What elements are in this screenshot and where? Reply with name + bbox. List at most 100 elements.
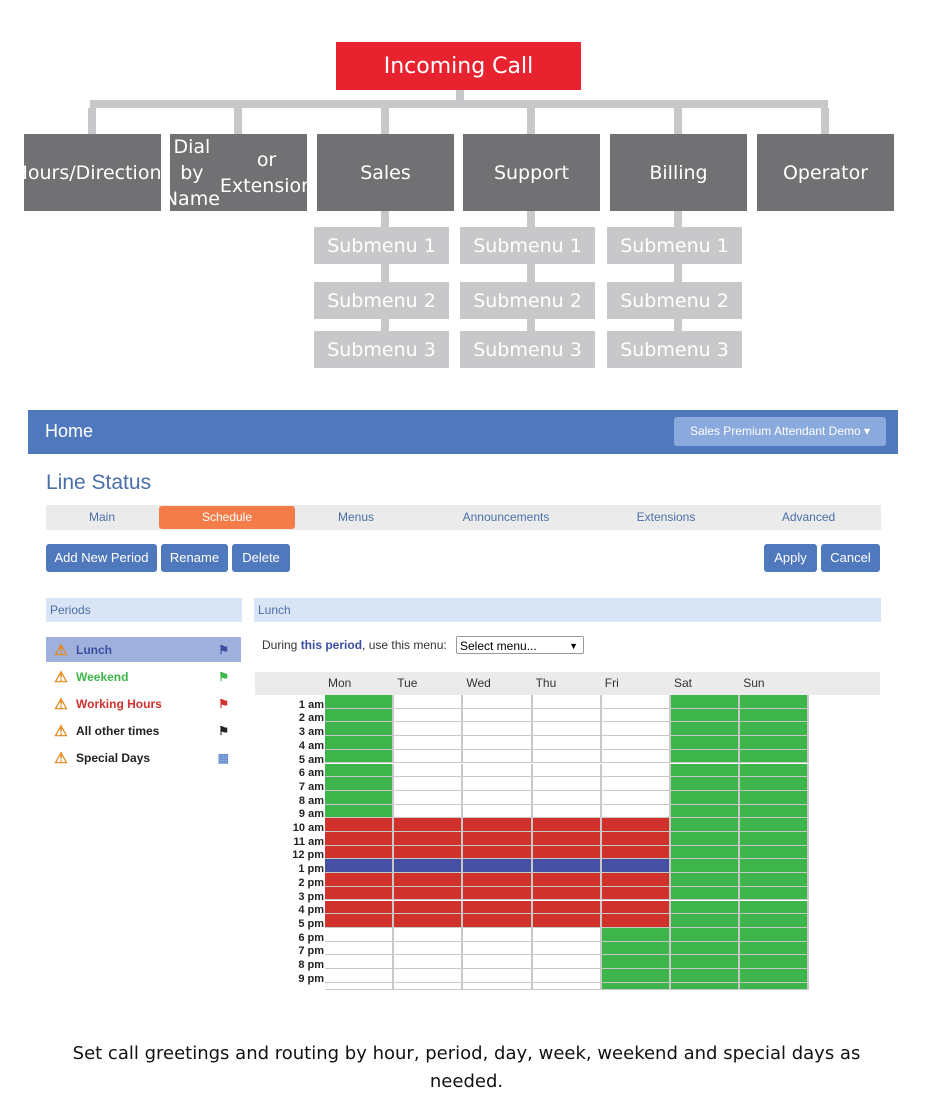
schedule-cell[interactable] <box>463 804 533 819</box>
schedule-cell[interactable] <box>532 708 602 723</box>
period-item[interactable]: ⚠ Weekend ⚑ <box>46 664 241 689</box>
schedule-cell[interactable] <box>463 859 533 874</box>
schedule-cell[interactable] <box>601 818 671 832</box>
schedule-cell[interactable] <box>394 722 464 737</box>
schedule-cell[interactable] <box>532 832 602 846</box>
schedule-cell[interactable] <box>325 873 395 887</box>
schedule-cell[interactable] <box>601 790 671 805</box>
schedule-cell[interactable] <box>463 832 533 846</box>
schedule-cell[interactable] <box>671 969 741 983</box>
account-dropdown[interactable]: Sales Premium Attendant Demo ▾ <box>674 417 886 446</box>
schedule-cell[interactable] <box>740 818 810 832</box>
rename-button[interactable]: Rename <box>161 544 228 572</box>
home-link[interactable]: Home <box>45 421 93 442</box>
schedule-cell[interactable] <box>325 941 395 956</box>
schedule-cell[interactable] <box>671 955 741 969</box>
schedule-cell[interactable] <box>463 790 533 805</box>
schedule-cell[interactable] <box>740 886 810 901</box>
schedule-cell[interactable] <box>532 722 602 737</box>
schedule-cell[interactable] <box>601 695 671 709</box>
tab-advanced[interactable]: Advanced <box>736 506 881 529</box>
schedule-cell[interactable] <box>463 763 533 778</box>
schedule-cell[interactable] <box>394 777 464 791</box>
schedule-cell[interactable] <box>463 941 533 956</box>
schedule-cell[interactable] <box>325 927 395 942</box>
schedule-cell[interactable] <box>325 900 395 915</box>
schedule-cell[interactable] <box>740 804 810 819</box>
schedule-cell[interactable] <box>394 955 464 969</box>
schedule-cell[interactable] <box>394 969 464 983</box>
schedule-cell[interactable] <box>394 804 464 819</box>
period-item[interactable]: ⚠ All other times ⚑ <box>46 718 241 743</box>
schedule-cell[interactable] <box>463 708 533 723</box>
schedule-cell[interactable] <box>671 790 741 805</box>
schedule-cell[interactable] <box>532 969 602 983</box>
schedule-cell[interactable] <box>671 914 741 928</box>
schedule-cell[interactable] <box>325 804 395 819</box>
schedule-cell[interactable] <box>463 695 533 709</box>
schedule-cell[interactable] <box>601 859 671 874</box>
schedule-cell[interactable] <box>671 736 741 750</box>
schedule-cell[interactable] <box>601 708 671 723</box>
schedule-cell[interactable] <box>463 777 533 791</box>
schedule-cell[interactable] <box>463 969 533 983</box>
schedule-cell[interactable] <box>325 832 395 846</box>
schedule-cell[interactable] <box>394 763 464 778</box>
tab-extensions[interactable]: Extensions <box>596 506 736 529</box>
schedule-cell[interactable] <box>740 845 810 860</box>
schedule-cell[interactable] <box>532 859 602 874</box>
schedule-cell[interactable] <box>532 900 602 915</box>
schedule-cell[interactable] <box>463 722 533 737</box>
schedule-cell[interactable] <box>532 845 602 860</box>
schedule-cell[interactable] <box>532 886 602 901</box>
schedule-cell[interactable] <box>740 749 810 764</box>
schedule-cell[interactable] <box>325 969 395 983</box>
schedule-cell[interactable] <box>671 695 741 709</box>
schedule-cell[interactable] <box>671 886 741 901</box>
schedule-cell[interactable] <box>463 955 533 969</box>
schedule-cell[interactable] <box>532 982 602 990</box>
schedule-cell[interactable] <box>740 777 810 791</box>
schedule-cell[interactable] <box>325 777 395 791</box>
schedule-cell[interactable] <box>325 708 395 723</box>
schedule-cell[interactable] <box>532 790 602 805</box>
schedule-cell[interactable] <box>394 845 464 860</box>
schedule-cell[interactable] <box>463 736 533 750</box>
schedule-cell[interactable] <box>671 777 741 791</box>
schedule-cell[interactable] <box>601 955 671 969</box>
schedule-cell[interactable] <box>601 845 671 860</box>
schedule-cell[interactable] <box>740 955 810 969</box>
schedule-cell[interactable] <box>394 832 464 846</box>
schedule-cell[interactable] <box>671 941 741 956</box>
schedule-cell[interactable] <box>671 873 741 887</box>
period-item[interactable]: ⚠ Working Hours ⚑ <box>46 691 241 716</box>
schedule-cell[interactable] <box>325 763 395 778</box>
schedule-cell[interactable] <box>463 886 533 901</box>
schedule-cell[interactable] <box>671 900 741 915</box>
schedule-cell[interactable] <box>671 832 741 846</box>
schedule-cell[interactable] <box>325 982 395 990</box>
schedule-cell[interactable] <box>394 900 464 915</box>
schedule-cell[interactable] <box>740 695 810 709</box>
schedule-cell[interactable] <box>671 982 741 990</box>
schedule-cell[interactable] <box>325 722 395 737</box>
schedule-cell[interactable] <box>325 736 395 750</box>
schedule-cell[interactable] <box>740 832 810 846</box>
schedule-cell[interactable] <box>671 845 741 860</box>
schedule-cell[interactable] <box>394 818 464 832</box>
schedule-cell[interactable] <box>532 695 602 709</box>
schedule-cell[interactable] <box>740 969 810 983</box>
schedule-cell[interactable] <box>740 763 810 778</box>
tab-menus[interactable]: Menus <box>296 506 416 529</box>
schedule-cell[interactable] <box>601 832 671 846</box>
add-new-period-button[interactable]: Add New Period <box>46 544 157 572</box>
schedule-cell[interactable] <box>394 914 464 928</box>
schedule-cell[interactable] <box>532 914 602 928</box>
schedule-cell[interactable] <box>601 914 671 928</box>
schedule-cell[interactable] <box>463 749 533 764</box>
schedule-cell[interactable] <box>601 873 671 887</box>
schedule-cell[interactable] <box>532 736 602 750</box>
schedule-cell[interactable] <box>740 927 810 942</box>
schedule-cell[interactable] <box>601 736 671 750</box>
schedule-cell[interactable] <box>394 859 464 874</box>
